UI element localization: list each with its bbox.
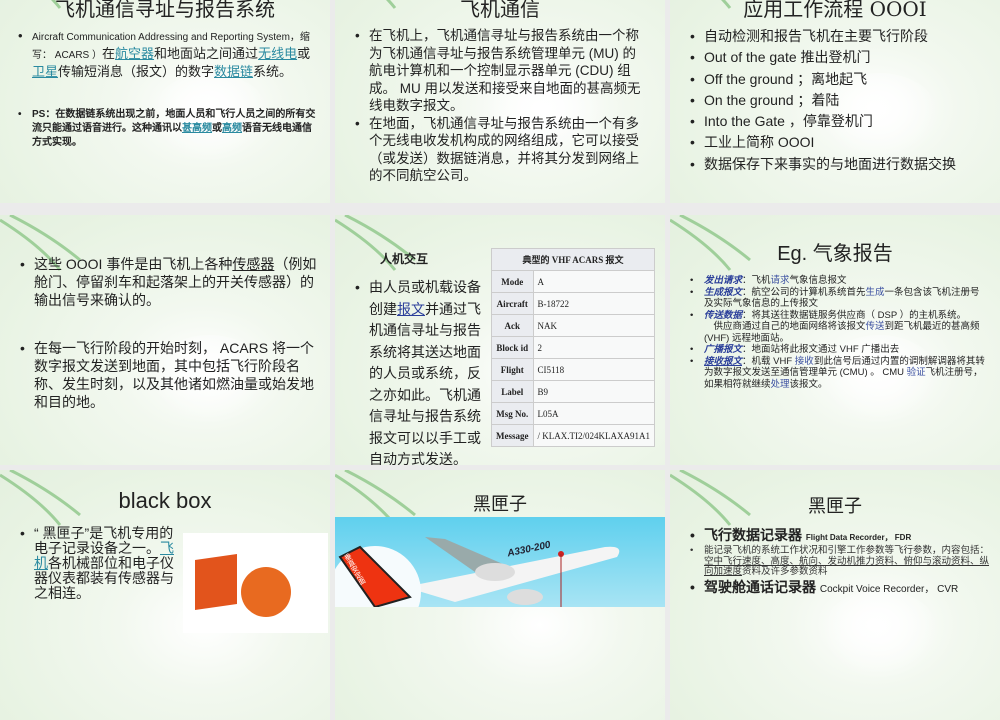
acars-message-table: 典型的 VHF ACARS 报文 Mode A Aircraft B-18722 A…: [491, 248, 655, 447]
link-aircraft[interactable]: 航空器: [115, 46, 154, 61]
bullet: “ 黑匣子”是飞机专用的电子记录设备之一。飞机各机械部位和电子仪器仪表都装有传感…: [18, 526, 178, 601]
bullet: On the ground ；着陆: [688, 90, 993, 112]
link-message[interactable]: 报文: [397, 301, 425, 317]
airplane-photo: A330-200 垂直安定面: [335, 517, 665, 638]
link-datalink[interactable]: 数据链: [214, 64, 253, 79]
slide-thumbnail-9[interactable]: 黑匣子 飞行数据记录器 Flight Data Recorder， FDR 能记…: [670, 470, 1000, 720]
black-box-photo: [183, 533, 328, 633]
slide-title: black box: [118, 488, 212, 513]
bullet: 这些 OOOI 事件是由飞机上各种传感器（例如舱门、停留刹车和起落架上的开关传感…: [18, 255, 318, 309]
slide-thumbnail-8[interactable]: 黑匣子 A330-200 垂直安定面: [335, 470, 665, 720]
bullet: 发出请求：飞机请求气象信息报文: [688, 275, 988, 287]
bullet: 工业上简称 OOOI: [688, 132, 993, 154]
bullet: 自动检测和报告飞机在主要飞行阶段: [688, 26, 993, 48]
slide-thumbnail-7[interactable]: black box “ 黑匣子”是飞机专用的电子记录设备之一。飞机各机械部位和电…: [0, 470, 330, 720]
bullet: 能记录飞机的系统工作状况和引擎工作参数等飞行参数，内容包括：空中飞行速度、高度、…: [688, 545, 993, 578]
bullet: 在飞机上，飞机通信寻址与报告系统由一个称为飞机通信寻址与报告系统管理单元 (MU…: [353, 27, 643, 115]
bullet: PS：在数据链系统出现之前，地面人员和飞行人员之间的所有交流只能通过语音进行。这…: [16, 108, 316, 150]
link-vhf[interactable]: 甚高频: [182, 123, 212, 134]
recorder-box-shape: [195, 554, 237, 610]
slide-title: 黑匣子: [808, 496, 862, 517]
link-hf[interactable]: 高频: [222, 123, 242, 134]
table-caption: 典型的 VHF ACARS 报文: [491, 248, 655, 271]
lotus-background: [820, 590, 940, 680]
link-sensor[interactable]: 传感器: [232, 256, 274, 272]
slide-thumbnail-5[interactable]: 人机交互 由人员或机载设备创建报文并通过飞机通信寻址与报告系统将其送达地面的人员…: [335, 215, 665, 465]
table-row: Message / KLAX.TI2/024KLAXA91A1: [491, 424, 655, 447]
bullet: Into the Gate ，停靠登机门: [688, 111, 993, 133]
slide-thumbnail-2[interactable]: 飞机通信 在飞机上，飞机通信寻址与报告系统由一个称为飞机通信寻址与报告系统管理单…: [335, 0, 665, 203]
bullet: 在地面，飞机通信寻址与报告系统由一个有多个无线电收发机构成的网络组成，它可以接受…: [353, 115, 643, 185]
table-row: Ack NAK: [491, 314, 655, 337]
recorder-beacon-shape: [241, 567, 291, 617]
bullet: 数据保存下来事实的与地面进行数据交换: [688, 154, 993, 176]
slide-title: 应用工作流程 OOOI: [743, 0, 927, 21]
bullet: Out of the gate 推出登机门: [688, 47, 993, 69]
bullet: 广播报文：地面站将此报文通过 VHF 广播出去: [688, 344, 988, 356]
paragraph: 供应商通过自己的地面网络将该报文传送到距飞机最近的甚高频 (VHF) 远程地面站…: [704, 321, 980, 344]
bullet: 生成报文：航空公司的计算机系统首先生成一条包含该飞机注册号及实际气象信息的上传报…: [688, 287, 988, 310]
slide-title: Eg. 气象报告: [777, 243, 893, 265]
slide-thumbnail-6[interactable]: Eg. 气象报告 发出请求：飞机请求气象信息报文 生成报文：航空公司的计算机系统…: [670, 215, 1000, 465]
slide-thumbnail-4[interactable]: 这些 OOOI 事件是由飞机上各种传感器（例如舱门、停留刹车和起落架上的开关传感…: [0, 215, 330, 465]
bullet: 由人员或机载设备创建报文并通过飞机通信寻址与报告系统将其送达地面的人员或系统，反…: [353, 277, 488, 465]
table-row: Msg No. L05A: [491, 402, 655, 425]
bullet: Aircraft Communication Addressing and Re…: [16, 27, 316, 80]
table-row: Mode A: [491, 270, 655, 293]
slide-title: 飞机通信寻址与报告系统: [55, 0, 275, 21]
bullet: 传送数据：将其送往数据链服务供应商（ DSP ）的主机系统。: [688, 310, 988, 322]
bullet: 接收报文：机载 VHF 接收到此信号后通过内置的调制解调器将其转为数字报文发送至…: [688, 356, 988, 391]
link-satellite[interactable]: 卫星: [32, 64, 58, 79]
slide-thumbnail-1[interactable]: 飞机通信寻址与报告系统 Aircraft Communication Addre…: [0, 0, 330, 203]
slide-title: 飞机通信: [460, 0, 540, 21]
bullet: 驾驶舱通话记录器 Cockpit Voice Recorder， CVR: [688, 578, 993, 599]
slide-thumbnail-3[interactable]: 应用工作流程 OOOI 自动检测和报告飞机在主要飞行阶段 Out of the …: [670, 0, 1000, 203]
bullet: 飞行数据记录器 Flight Data Recorder， FDR: [688, 527, 993, 546]
section-heading: 人机交互: [380, 252, 429, 266]
table-row: Flight CI5118: [491, 358, 655, 381]
bullet: 在每一飞行阶段的开始时刻， ACARS 将一个数字报文发送到地面，其中包括飞行阶…: [18, 339, 318, 411]
slide-title: 黑匣子: [473, 494, 527, 515]
table-row: Block id 2: [491, 336, 655, 359]
table-row: Aircraft B-18722: [491, 292, 655, 315]
bullet: Off the ground ；离地起飞: [688, 69, 993, 91]
airplane-icon: [335, 537, 620, 638]
link-radio[interactable]: 无线电: [258, 46, 297, 61]
table-row: Label B9: [491, 380, 655, 403]
